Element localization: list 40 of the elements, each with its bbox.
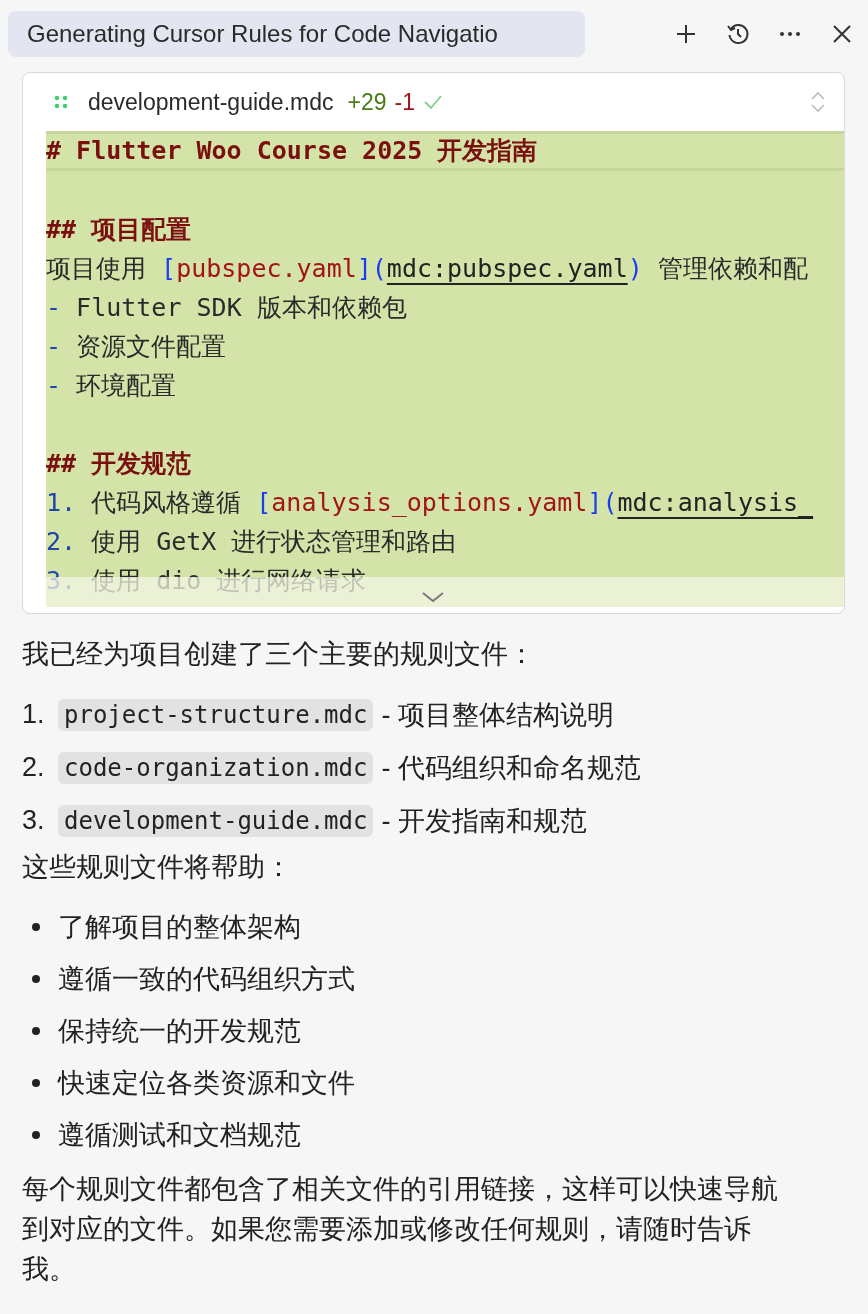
list-number: 1. <box>22 699 46 730</box>
list-item-text: 了解项目的整体架构 <box>58 911 301 944</box>
file-name: development-guide.mdc <box>88 88 334 116</box>
code-line: - Flutter SDK 版本和依赖包 <box>46 292 407 324</box>
code-heading: # Flutter Woo Course 2025 开发指南 <box>46 135 538 167</box>
code-span: code-organization.mdc <box>58 751 374 784</box>
history-icon[interactable] <box>726 22 750 46</box>
bullet-icon <box>32 1131 40 1139</box>
list-item-text: 快速定位各类资源和文件 <box>58 1067 355 1100</box>
list-number: 3. <box>22 805 46 836</box>
list-number: 2. <box>22 752 46 783</box>
code-line: - 环境配置 <box>46 370 177 402</box>
code-line: 2. 使用 GetX 进行状态管理和路由 <box>46 526 457 558</box>
code-line: 1. 代码风格遵循 [analysis_options.yaml](mdc:analysis_ <box>46 487 814 519</box>
list-item-text: 保持统一的开发规范 <box>58 1015 301 1048</box>
code-line: - 资源文件配置 <box>46 331 227 363</box>
list-item-text: 遵循一致的代码组织方式 <box>58 963 355 996</box>
bullet-icon <box>32 1079 40 1087</box>
code-line: 3. 使用 dio 进行网络请求 <box>46 565 367 597</box>
code-heading: ## 项目配置 <box>46 214 192 246</box>
chat-tab[interactable]: Generating Cursor Rules for Code Navigatio <box>8 11 585 57</box>
list-item-text: - 项目整体结构说明 <box>381 698 614 732</box>
list-item-text: - 开发指南和规范 <box>381 804 587 838</box>
message-text: 每个规则文件都包含了相关文件的引用链接，这样可以快速导航到对应的文件。如果您需要添加或修改任何规则，请随时告诉我。 <box>22 1173 779 1286</box>
code-span: development-guide.mdc <box>58 804 374 837</box>
added-count: +29 <box>347 88 387 116</box>
bullet-icon <box>32 1027 40 1035</box>
plus-icon[interactable] <box>674 22 698 46</box>
code-heading: ## 开发规范 <box>46 448 192 480</box>
message-text: 我已经为项目创建了三个主要的规则文件： <box>22 638 536 671</box>
bullet-icon <box>32 975 40 983</box>
bullet-icon <box>32 923 40 931</box>
list-item-text: 遵循测试和文档规范 <box>58 1119 301 1152</box>
message-text: 这些规则文件将帮助： <box>22 851 293 884</box>
code-line: 项目使用 [pubspec.yaml](mdc:pubspec.yaml) 管理依赖和配 <box>46 253 808 285</box>
list-item-text: - 代码组织和命名规范 <box>381 751 641 785</box>
chevron-down-icon[interactable] <box>421 591 445 603</box>
removed-count: -1 <box>394 88 415 116</box>
code-span: project-structure.mdc <box>58 698 374 731</box>
grip-icon[interactable] <box>54 95 68 109</box>
